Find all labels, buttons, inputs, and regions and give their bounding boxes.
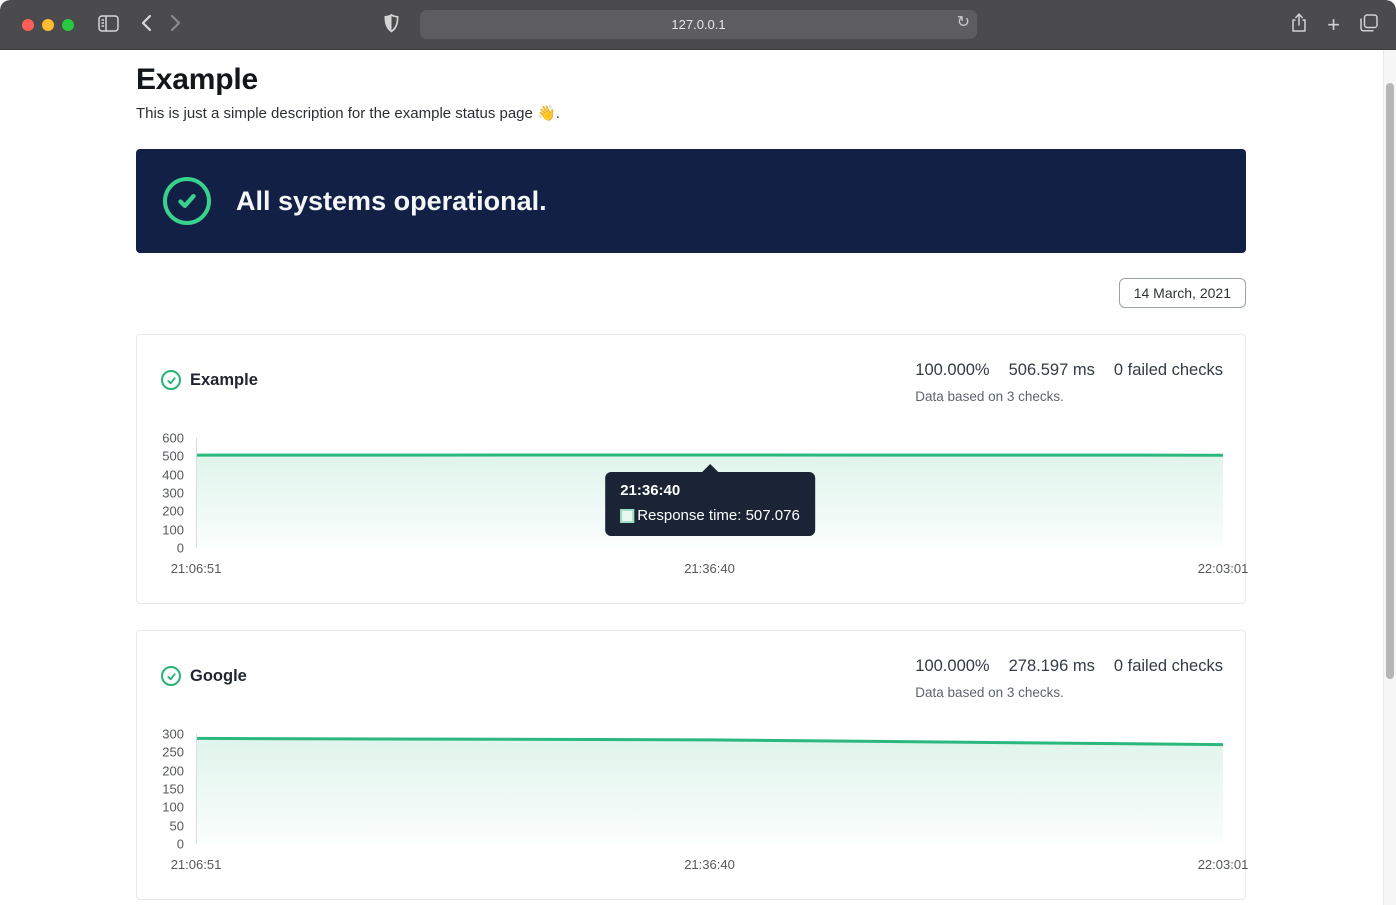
chart-tooltip: 21:36:40 Response time: 507.076: [605, 472, 815, 536]
url-bar[interactable]: 127.0.0.1 ↻: [420, 10, 977, 39]
status-banner-text: All systems operational.: [236, 186, 547, 217]
window-controls: [22, 19, 74, 31]
y-tick-label: 100: [162, 522, 184, 537]
x-tick-label: 21:06:51: [171, 561, 222, 576]
monitor-card-google: Google 100.000% 278.196 ms 0 failed chec…: [136, 630, 1246, 900]
x-tick-label: 21:06:51: [171, 857, 222, 872]
monitor-stats: 100.000% 278.196 ms 0 failed checks Data…: [915, 657, 1223, 700]
forward-button[interactable]: [170, 14, 181, 35]
y-tick-label: 500: [162, 449, 184, 464]
response-time-chart-google[interactable]: 300250200150100500 21:06:5121:36:4022:03…: [151, 734, 1223, 873]
back-button[interactable]: [141, 14, 152, 35]
tabs-icon: [1360, 14, 1378, 35]
share-icon: [1291, 13, 1307, 36]
chart-main: 300250200150100500: [151, 734, 1223, 844]
y-tick-label: 0: [177, 837, 184, 852]
stats-row: 100.000% 506.597 ms 0 failed checks: [915, 361, 1223, 380]
checks-note: Data based on 3 checks.: [915, 389, 1223, 404]
card-header: Google 100.000% 278.196 ms 0 failed chec…: [151, 657, 1223, 700]
minimize-window-button[interactable]: [42, 19, 54, 31]
date-picker-button[interactable]: 14 March, 2021: [1119, 278, 1246, 308]
y-tick-label: 300: [162, 727, 184, 742]
chevron-right-icon: [170, 14, 181, 35]
monitor-up-icon: [161, 370, 181, 390]
browser-chrome: 127.0.0.1 ↻ +: [0, 0, 1396, 50]
shield-icon: [384, 14, 399, 36]
response-time-chart-example[interactable]: 6005004003002001000 21:36:40 Response ti…: [151, 438, 1223, 577]
sidebar-icon: [98, 15, 119, 35]
page-description: This is just a simple description for th…: [136, 104, 1246, 122]
x-tick-label: 21:36:40: [684, 561, 735, 576]
card-header: Example 100.000% 506.597 ms 0 failed che…: [151, 361, 1223, 404]
sidebar-toggle-button[interactable]: [98, 15, 119, 35]
avg-response-value: 278.196 ms: [1009, 657, 1095, 676]
failed-checks-value: 0 failed checks: [1114, 657, 1223, 676]
x-tick-label: 22:03:01: [1198, 857, 1249, 872]
fullscreen-window-button[interactable]: [62, 19, 74, 31]
privacy-shield-button[interactable]: [384, 14, 399, 36]
monitor-up-icon: [161, 666, 181, 686]
x-axis: 21:06:5121:36:4022:03:01: [196, 857, 1223, 873]
x-tick-label: 21:36:40: [684, 857, 735, 872]
monitor-name: Google: [190, 667, 247, 686]
monitor-title-wrap: Example: [161, 370, 258, 390]
uptime-value: 100.000%: [915, 361, 989, 380]
new-tab-button[interactable]: +: [1327, 14, 1340, 36]
tooltip-row: Response time: 507.076: [620, 507, 800, 524]
x-axis: 21:06:5121:36:4022:03:01: [196, 561, 1223, 577]
chrome-toolbar-right: +: [1291, 13, 1378, 36]
y-tick-label: 150: [162, 782, 184, 797]
status-banner: All systems operational.: [136, 149, 1246, 253]
chevron-left-icon: [141, 14, 152, 35]
share-button[interactable]: [1291, 13, 1307, 36]
y-tick-label: 400: [162, 467, 184, 482]
y-axis: 300250200150100500: [151, 734, 196, 844]
y-axis: 6005004003002001000: [151, 438, 196, 548]
monitor-name: Example: [190, 371, 258, 390]
y-tick-label: 0: [177, 541, 184, 556]
refresh-icon: ↻: [957, 14, 970, 31]
checks-note: Data based on 3 checks.: [915, 685, 1223, 700]
avg-response-value: 506.597 ms: [1009, 361, 1095, 380]
area-line-series: [197, 734, 1223, 844]
plus-icon: +: [1327, 14, 1340, 36]
stats-row: 100.000% 278.196 ms 0 failed checks: [915, 657, 1223, 676]
page-title: Example: [136, 63, 1246, 97]
close-window-button[interactable]: [22, 19, 34, 31]
y-tick-label: 200: [162, 504, 184, 519]
chart-plot-area[interactable]: 21:36:40 Response time: 507.076: [196, 438, 1223, 548]
tab-overview-button[interactable]: [1360, 14, 1378, 35]
refresh-button[interactable]: ↻: [957, 12, 970, 32]
chart-plot-area[interactable]: [196, 734, 1223, 844]
monitor-card-example: Example 100.000% 506.597 ms 0 failed che…: [136, 334, 1246, 604]
scrollbar-track[interactable]: [1383, 50, 1396, 905]
scrollbar-thumb[interactable]: [1386, 83, 1394, 679]
browser-window: 127.0.0.1 ↻ +: [0, 0, 1396, 905]
y-tick-label: 200: [162, 763, 184, 778]
y-tick-label: 50: [170, 818, 184, 833]
y-tick-label: 100: [162, 800, 184, 815]
check-circle-icon: [163, 177, 211, 225]
tooltip-time: 21:36:40: [620, 482, 800, 499]
status-page: Example This is just a simple descriptio…: [136, 63, 1246, 900]
uptime-value: 100.000%: [915, 657, 989, 676]
y-tick-label: 600: [162, 431, 184, 446]
failed-checks-value: 0 failed checks: [1114, 361, 1223, 380]
tooltip-value: Response time: 507.076: [637, 507, 800, 524]
y-tick-label: 300: [162, 486, 184, 501]
x-tick-label: 22:03:01: [1198, 561, 1249, 576]
chart-main: 6005004003002001000 21:36:40 Response ti…: [151, 438, 1223, 548]
y-tick-label: 250: [162, 745, 184, 760]
series-swatch-icon: [620, 509, 634, 523]
date-row: 14 March, 2021: [136, 278, 1246, 308]
monitor-stats: 100.000% 506.597 ms 0 failed checks Data…: [915, 361, 1223, 404]
monitor-title-wrap: Google: [161, 666, 247, 686]
url-text: 127.0.0.1: [671, 17, 725, 32]
